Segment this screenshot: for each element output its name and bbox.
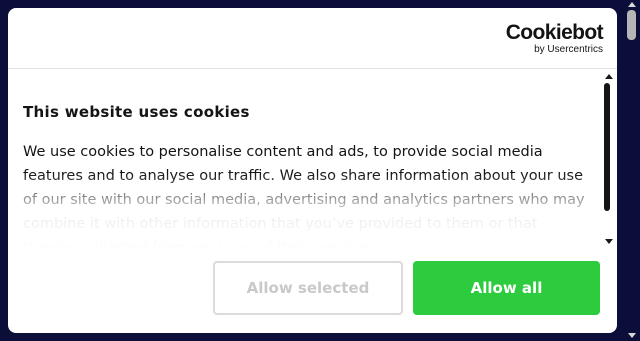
content-scrollbar-thumb[interactable]	[604, 83, 610, 211]
dialog-footer: Allow selected Allow all	[8, 251, 617, 333]
dialog-header: Cookiebot by Usercentrics	[8, 8, 617, 69]
allow-all-button[interactable]: Allow all	[413, 261, 600, 315]
logo-wordmark: Cookiebot	[505, 21, 604, 44]
scroll-up-icon[interactable]	[605, 74, 613, 79]
dialog-content[interactable]: This website uses cookies We use cookies…	[8, 69, 617, 251]
logo-byline: by Usercentrics	[534, 44, 603, 55]
content-scrollbar[interactable]	[604, 74, 614, 244]
page-scroll-up-icon[interactable]	[628, 2, 636, 7]
page-scrollbar-thumb[interactable]	[627, 10, 636, 40]
cookie-consent-dialog: Cookiebot by Usercentrics This website u…	[8, 8, 617, 333]
page-scrollbar[interactable]	[625, 0, 640, 341]
allow-selected-button[interactable]: Allow selected	[213, 261, 403, 315]
cookiebot-logo: Cookiebot by Usercentrics	[505, 21, 604, 56]
text-fade-overlay	[8, 173, 608, 251]
scroll-down-icon[interactable]	[605, 239, 613, 244]
page-scroll-down-icon[interactable]	[628, 333, 636, 338]
dialog-title: This website uses cookies	[23, 103, 250, 121]
